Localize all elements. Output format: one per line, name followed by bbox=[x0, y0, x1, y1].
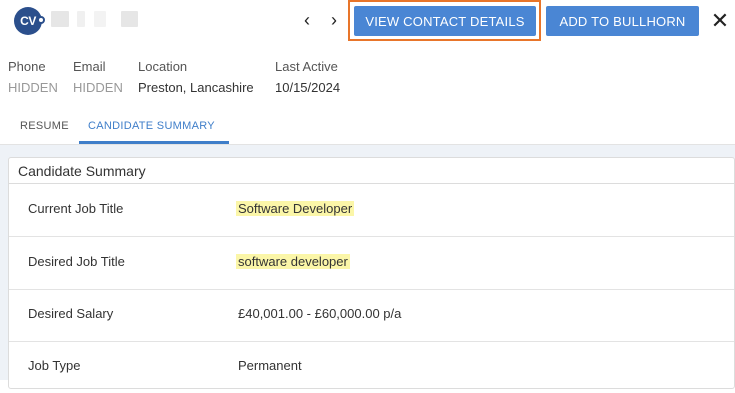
summary-row: Job Type Permanent bbox=[9, 341, 734, 393]
redacted-name-block bbox=[121, 11, 138, 27]
row-value: £40,001.00 - £60,000.00 p/a bbox=[238, 306, 402, 321]
email-label: Email bbox=[73, 59, 106, 74]
summary-row: Desired Salary £40,001.00 - £60,000.00 p… bbox=[9, 289, 734, 342]
last-active-label: Last Active bbox=[275, 59, 338, 74]
close-icon[interactable]: ✕ bbox=[709, 8, 731, 33]
email-info: Email HIDDEN bbox=[73, 59, 123, 95]
candidate-summary-card: Candidate Summary Current Job Title Soft… bbox=[8, 157, 735, 389]
row-label: Job Type bbox=[28, 358, 81, 373]
phone-label: Phone bbox=[8, 59, 46, 74]
logo-text: CV bbox=[20, 14, 36, 28]
email-value: HIDDEN bbox=[73, 80, 123, 95]
phone-info: Phone HIDDEN bbox=[8, 59, 58, 95]
summary-row: Desired Job Title software developer bbox=[9, 237, 734, 290]
chevron-left-icon[interactable]: ‹ bbox=[298, 10, 316, 30]
summary-row: Current Job Title Software Developer bbox=[9, 184, 734, 237]
row-value: Permanent bbox=[238, 358, 302, 373]
row-value: Software Developer bbox=[236, 201, 355, 216]
card-title: Candidate Summary bbox=[18, 163, 146, 179]
row-value: software developer bbox=[236, 254, 350, 269]
location-label: Location bbox=[138, 59, 188, 74]
top-bar: CV ‹ › VIEW CONTACT DETAILS ADD TO BULLH… bbox=[0, 0, 735, 44]
tab-resume[interactable]: RESUME bbox=[20, 120, 69, 132]
row-label: Desired Job Title bbox=[28, 254, 125, 269]
active-tab-indicator bbox=[79, 141, 229, 144]
location-value: Preston, Lancashire bbox=[138, 80, 254, 95]
row-label: Desired Salary bbox=[28, 306, 114, 321]
phone-value: HIDDEN bbox=[8, 80, 58, 95]
chevron-right-icon[interactable]: › bbox=[325, 10, 343, 30]
add-to-bullhorn-button[interactable]: ADD TO BULLHORN bbox=[546, 6, 699, 36]
redacted-name-block bbox=[51, 11, 69, 27]
tab-candidate-summary[interactable]: CANDIDATE SUMMARY bbox=[88, 120, 215, 132]
tab-bar: RESUME CANDIDATE SUMMARY bbox=[0, 112, 735, 145]
cv-logo: CV bbox=[14, 7, 45, 35]
location-info: Location Preston, Lancashire bbox=[138, 59, 254, 95]
row-label: Current Job Title bbox=[28, 201, 124, 216]
view-contact-details-button[interactable]: VIEW CONTACT DETAILS bbox=[354, 6, 536, 36]
redacted-name-block bbox=[94, 11, 106, 27]
last-active-value: 10/15/2024 bbox=[275, 80, 341, 95]
last-active-info: Last Active 10/15/2024 bbox=[275, 59, 340, 95]
redacted-name-block bbox=[77, 11, 85, 27]
